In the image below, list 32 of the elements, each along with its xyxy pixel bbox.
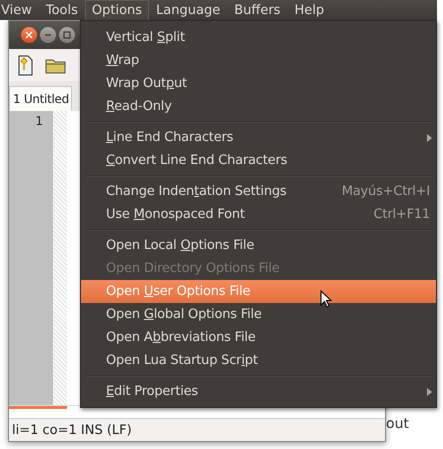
menu-item[interactable]: Read-Only <box>81 95 436 118</box>
status-text: li=1 co=1 INS (LF) <box>12 422 132 438</box>
menu-item[interactable]: Vertical Split <box>81 26 436 49</box>
menu-item[interactable]: Line End Characters <box>81 126 436 149</box>
menu-item[interactable]: Change Indentation Settings Mayús+Ctrl+I <box>81 180 436 203</box>
menu-item[interactable]: Open Abbreviations File <box>81 326 436 349</box>
shortcut-text: Ctrl+F11 <box>374 207 430 222</box>
menu-item[interactable]: Open Lua Startup Script <box>81 349 436 372</box>
menu-item[interactable]: Open Global Options File <box>81 303 436 326</box>
menu-item[interactable]: Wrap <box>81 49 436 72</box>
line-number: 1 <box>35 113 44 130</box>
menu-bar-item[interactable]: Help <box>287 0 332 20</box>
close-button[interactable] <box>21 27 37 43</box>
menu-item[interactable]: Open Local Options File <box>81 234 436 257</box>
menu-bar-item[interactable]: Options <box>84 0 150 20</box>
maximize-icon <box>63 31 71 39</box>
menu-item[interactable]: Use Monospaced Font Ctrl+F11 <box>81 203 436 226</box>
menu-bar-item[interactable]: Language <box>149 0 228 20</box>
shortcut-text: Mayús+Ctrl+I <box>342 184 430 199</box>
page-text: out <box>386 416 409 432</box>
menu-bar-item[interactable]: View <box>0 0 39 20</box>
minimize-button[interactable] <box>40 27 56 43</box>
menu-bar-item[interactable]: Tools <box>38 0 85 20</box>
close-icon <box>25 31 33 39</box>
progress-line <box>9 406 67 409</box>
document-tab[interactable]: 1 Untitled <box>9 86 72 111</box>
mouse-pointer-icon <box>320 290 332 308</box>
menu-bar-item[interactable]: Buffers <box>227 0 288 20</box>
menu-item[interactable]: Convert Line End Characters <box>81 149 436 172</box>
menu-item[interactable]: Wrap Output <box>81 72 436 95</box>
menu-item[interactable]: Edit Properties <box>81 380 436 403</box>
maximize-button[interactable] <box>59 27 75 43</box>
